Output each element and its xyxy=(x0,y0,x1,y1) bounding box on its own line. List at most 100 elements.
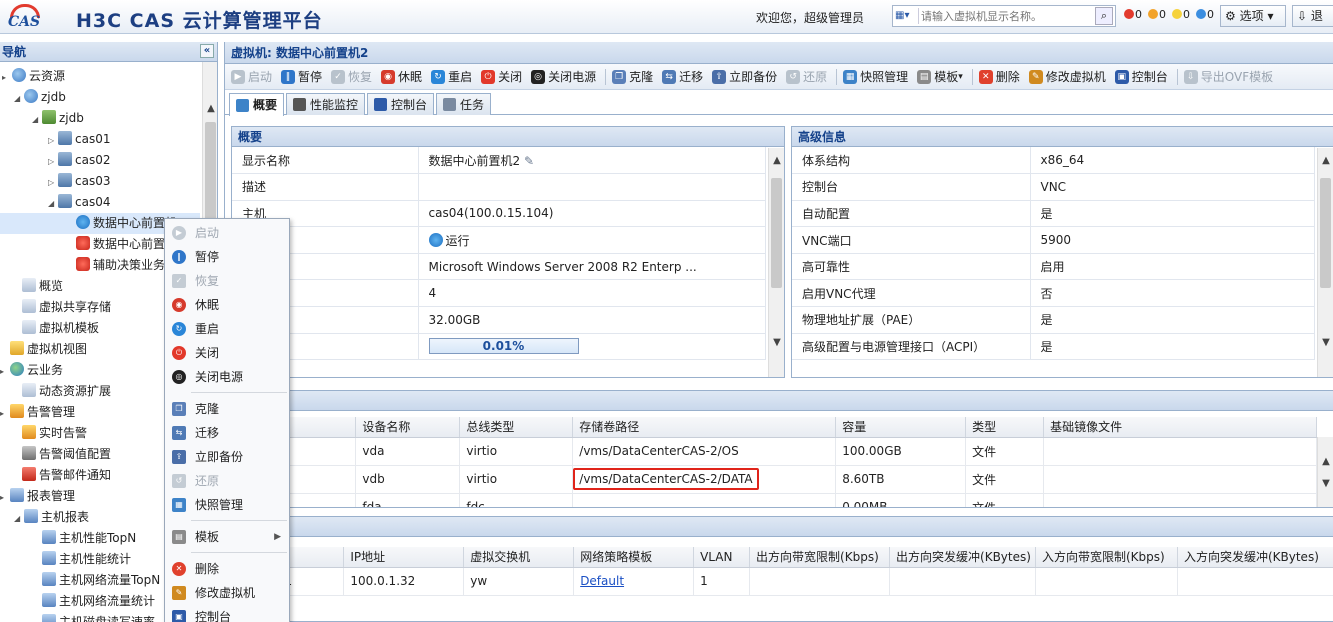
expand-toggle-icon[interactable]: ▸ xyxy=(0,487,10,508)
expand-toggle-icon[interactable]: ◢ xyxy=(14,508,24,529)
nav-tree-item[interactable]: 虚拟机模板 xyxy=(12,318,99,339)
toolbar-backup-button[interactable]: ⇪ 立即备份 xyxy=(712,68,777,85)
scroll-up-icon[interactable]: ▲ xyxy=(1319,455,1333,469)
toolbar-export-button[interactable]: ⇩ 导出OVF模板 xyxy=(1183,68,1273,85)
context-menu-play[interactable]: ▶ 启动 xyxy=(165,221,289,245)
toolbar-resume-button[interactable]: ✓ 恢复 xyxy=(331,68,372,85)
nav-tree-item[interactable]: ◢ cas04 xyxy=(48,192,110,213)
context-menu-console[interactable]: ▣ 控制台 xyxy=(165,605,289,622)
disk-column-header[interactable]: 容量 xyxy=(835,417,967,438)
disk-column-header[interactable]: 存储卷路径 xyxy=(572,417,837,438)
vm-search-input[interactable] xyxy=(921,8,1091,24)
nav-tree-item[interactable]: 主机性能TopN xyxy=(32,528,136,549)
context-menu-backup[interactable]: ⇪ 立即备份 xyxy=(165,445,289,469)
toolbar-edit-button[interactable]: ✎ 修改虚拟机 xyxy=(1028,68,1106,85)
toolbar-snapshot-button[interactable]: ▦ 快照管理 xyxy=(843,68,908,85)
context-menu-shutdown[interactable]: ⏻ 关闭 xyxy=(165,341,289,365)
context-menu-restore[interactable]: ↺ 还原 xyxy=(165,469,289,493)
disk-column-header[interactable]: 总线类型 xyxy=(459,417,574,438)
options-button[interactable]: ⚙ 选项 ▾ xyxy=(1220,5,1286,27)
disk-row[interactable]: vda virtio/vms/DataCenterCAS-2/OS 100.00GB… xyxy=(232,437,1317,466)
context-menu-migrate[interactable]: ⇆ 迁移 xyxy=(165,421,289,445)
collapse-nav-button[interactable]: « xyxy=(200,44,214,58)
nav-tree-item[interactable]: 数据中心前置机 xyxy=(66,234,177,255)
network-policy-link[interactable]: Default xyxy=(580,574,624,588)
context-menu-template[interactable]: ▤ 模板 ▶ xyxy=(165,525,289,549)
toolbar-power-off-button[interactable]: ◎ 关闭电源 xyxy=(531,68,596,85)
nav-tree-item[interactable]: 主机网络流量TopN xyxy=(32,570,160,591)
nav-tree-item[interactable]: 虚拟共享存储 xyxy=(12,297,111,318)
expand-toggle-icon[interactable]: ▸ xyxy=(0,403,10,424)
nav-tree-item[interactable]: 动态资源扩展 xyxy=(12,381,111,402)
context-menu-delete[interactable]: ✕ 删除 xyxy=(165,557,289,581)
nav-tree-item[interactable]: ▷ cas03 xyxy=(48,171,110,192)
toolbar-delete-button[interactable]: ✕ 删除 xyxy=(978,68,1020,85)
context-menu-restart[interactable]: ↻ 重启 xyxy=(165,317,289,341)
tab-3[interactable]: 任务 xyxy=(436,93,492,115)
alarm-minor[interactable]: 0 xyxy=(1172,8,1190,21)
scroll-up-icon[interactable]: ▲ xyxy=(770,154,784,168)
nav-tree-item[interactable]: ◢ 主机报表 xyxy=(14,507,89,528)
scroll-down-icon[interactable]: ▼ xyxy=(1319,336,1333,350)
expand-toggle-icon[interactable]: ◢ xyxy=(14,88,24,109)
network-column-header[interactable]: 入方向突发缓冲(KBytes) xyxy=(1177,547,1333,568)
nav-tree-item[interactable]: ◢ zjdb xyxy=(14,87,66,108)
toolbar-clone-button[interactable]: ❐ 克隆 xyxy=(612,68,653,85)
context-menu-resume[interactable]: ✓ 恢复 xyxy=(165,269,289,293)
nav-tree-item[interactable]: ▷ cas02 xyxy=(48,150,110,171)
toolbar-template-button[interactable]: ▤ 模板 ▾ xyxy=(917,68,963,85)
scroll-up-icon[interactable]: ▲ xyxy=(1319,154,1333,168)
network-column-header[interactable]: 网络策略模板 xyxy=(573,547,695,568)
alarm-critical[interactable]: 0 xyxy=(1124,8,1142,21)
tab-2[interactable]: 控制台 xyxy=(367,93,435,115)
nav-tree-item[interactable]: 告警阈值配置 xyxy=(12,444,111,465)
network-column-header[interactable]: VLAN xyxy=(693,547,751,568)
nav-tree-item[interactable]: 实时告警 xyxy=(12,423,87,444)
nav-tree-item[interactable]: ▸ 云资源 xyxy=(2,66,65,87)
toolbar-play-button[interactable]: ▶ 启动 xyxy=(231,68,272,85)
summary-scrollbar[interactable]: ▲ ▼ xyxy=(768,148,784,377)
disk-column-header[interactable]: 类型 xyxy=(965,417,1045,438)
context-menu-pause[interactable]: ‖ 暂停 xyxy=(165,245,289,269)
network-column-header[interactable]: 入方向带宽限制(Kbps) xyxy=(1035,547,1178,568)
context-menu-edit[interactable]: ✎ 修改虚拟机 xyxy=(165,581,289,605)
toolbar-pause-button[interactable]: ‖ 暂停 xyxy=(281,68,322,85)
nav-tree-item[interactable]: 虚拟机视图 xyxy=(0,339,87,360)
disk-column-header[interactable]: 基础镜像文件 xyxy=(1043,417,1317,438)
context-menu-clone[interactable]: ❐ 克隆 xyxy=(165,397,289,421)
context-menu-sleep[interactable]: ◉ 休眠 xyxy=(165,293,289,317)
tab-0[interactable]: 概要 xyxy=(229,93,285,116)
network-column-header[interactable]: 出方向带宽限制(Kbps) xyxy=(749,547,891,568)
nav-tree-item[interactable]: ◢ zjdb xyxy=(32,108,84,129)
tab-1[interactable]: 性能监控 xyxy=(286,93,366,115)
network-column-header[interactable]: 虚拟交换机 xyxy=(463,547,575,568)
scroll-down-icon[interactable]: ▼ xyxy=(1319,477,1333,491)
network-column-header[interactable]: 出方向突发缓冲(KBytes) xyxy=(889,547,1036,568)
expand-toggle-icon[interactable]: ▸ xyxy=(0,361,10,382)
expand-toggle-icon[interactable]: ▷ xyxy=(48,172,58,193)
nav-tree-item[interactable]: ▸ 报表管理 xyxy=(0,486,75,507)
expand-toggle-icon[interactable]: ▷ xyxy=(48,151,58,172)
toolbar-console-button[interactable]: ▣ 控制台 xyxy=(1114,68,1168,85)
nav-tree-item[interactable]: 概览 xyxy=(12,276,63,297)
nav-tree-item[interactable]: 主机磁盘读写速率 xyxy=(32,612,155,622)
expand-toggle-icon[interactable]: ▷ xyxy=(48,130,58,151)
advanced-scrollbar[interactable]: ▲ ▼ xyxy=(1317,148,1333,377)
toolbar-sleep-button[interactable]: ◉ 休眠 xyxy=(381,68,422,85)
nav-tree-item[interactable]: 告警邮件通知 xyxy=(12,465,111,486)
logout-button[interactable]: ⇩ 退 xyxy=(1292,5,1333,27)
context-menu-power-off[interactable]: ◎ 关闭电源 xyxy=(165,365,289,389)
nav-tree-item[interactable]: ▸ 告警管理 xyxy=(0,402,75,423)
context-menu-snapshot[interactable]: ▦ 快照管理 xyxy=(165,493,289,517)
scroll-down-icon[interactable]: ▼ xyxy=(770,336,784,350)
toolbar-restore-button[interactable]: ↺ 还原 xyxy=(786,68,827,85)
network-row[interactable]: :1d:3f:41100.0.1.32ywDefault1 xyxy=(232,567,1333,596)
nav-tree-item[interactable]: ▷ cas01 xyxy=(48,129,110,150)
search-icon[interactable]: ⌕ xyxy=(1095,7,1113,25)
disk-row[interactable]: vdb virtio/vms/DataCenterCAS-2/DATA 8.60TB… xyxy=(232,465,1317,494)
disk-scrollbar[interactable]: ▲ ▼ xyxy=(1317,437,1333,507)
toolbar-migrate-button[interactable]: ⇆ 迁移 xyxy=(662,68,703,85)
toolbar-shutdown-button[interactable]: ⏻ 关闭 xyxy=(481,68,522,85)
nav-tree-item[interactable]: 辅助决策业务 xyxy=(66,255,165,276)
expand-toggle-icon[interactable]: ◢ xyxy=(32,109,42,130)
